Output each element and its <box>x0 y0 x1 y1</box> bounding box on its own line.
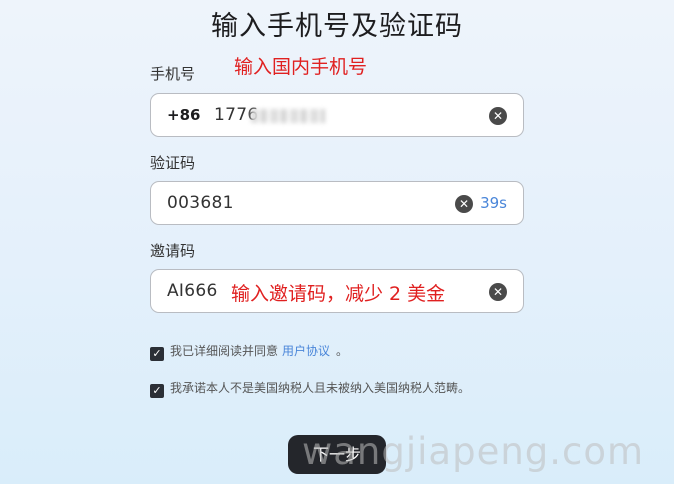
clear-icon[interactable]: ✕ <box>489 107 507 125</box>
invite-input[interactable]: AI666 <box>167 281 218 301</box>
verification-label: 验证码 <box>150 154 196 172</box>
agreement-row-terms: ✓ 我已详细阅读并同意 用户协议。 <box>150 342 348 361</box>
clear-icon[interactable]: ✕ <box>455 195 473 213</box>
resend-countdown: 39s <box>480 194 507 212</box>
phone-redaction <box>251 109 325 123</box>
verification-input[interactable]: 003681 <box>167 193 234 213</box>
agreement-row-tax: ✓ 我承诺本人不是美国纳税人且未被纳入美国纳税人范畴。 <box>150 379 470 398</box>
agreement-period: 。 <box>336 344 349 358</box>
phone-field[interactable]: +86 1776 ✕ <box>150 93 524 137</box>
phone-annotation: 输入国内手机号 <box>234 56 368 78</box>
verification-field[interactable]: 003681 ✕ 39s <box>150 181 524 225</box>
invite-annotation: 输入邀请码，减少 2 美金 <box>231 283 446 305</box>
clear-icon[interactable]: ✕ <box>489 283 507 301</box>
country-code[interactable]: +86 <box>167 106 200 124</box>
checkbox-checked-icon[interactable]: ✓ <box>150 347 164 361</box>
phone-label: 手机号 <box>150 65 196 83</box>
next-button[interactable]: 下一步 <box>288 435 386 474</box>
invite-label: 邀请码 <box>150 242 196 260</box>
page-title: 输入手机号及验证码 <box>211 11 463 42</box>
checkbox-checked-icon[interactable]: ✓ <box>150 384 164 398</box>
agreement-text: 我已详细阅读并同意 <box>170 344 279 358</box>
tax-statement-text: 我承诺本人不是美国纳税人且未被纳入美国纳税人范畴。 <box>170 381 471 395</box>
user-agreement-link[interactable]: 用户协议 <box>282 344 330 358</box>
